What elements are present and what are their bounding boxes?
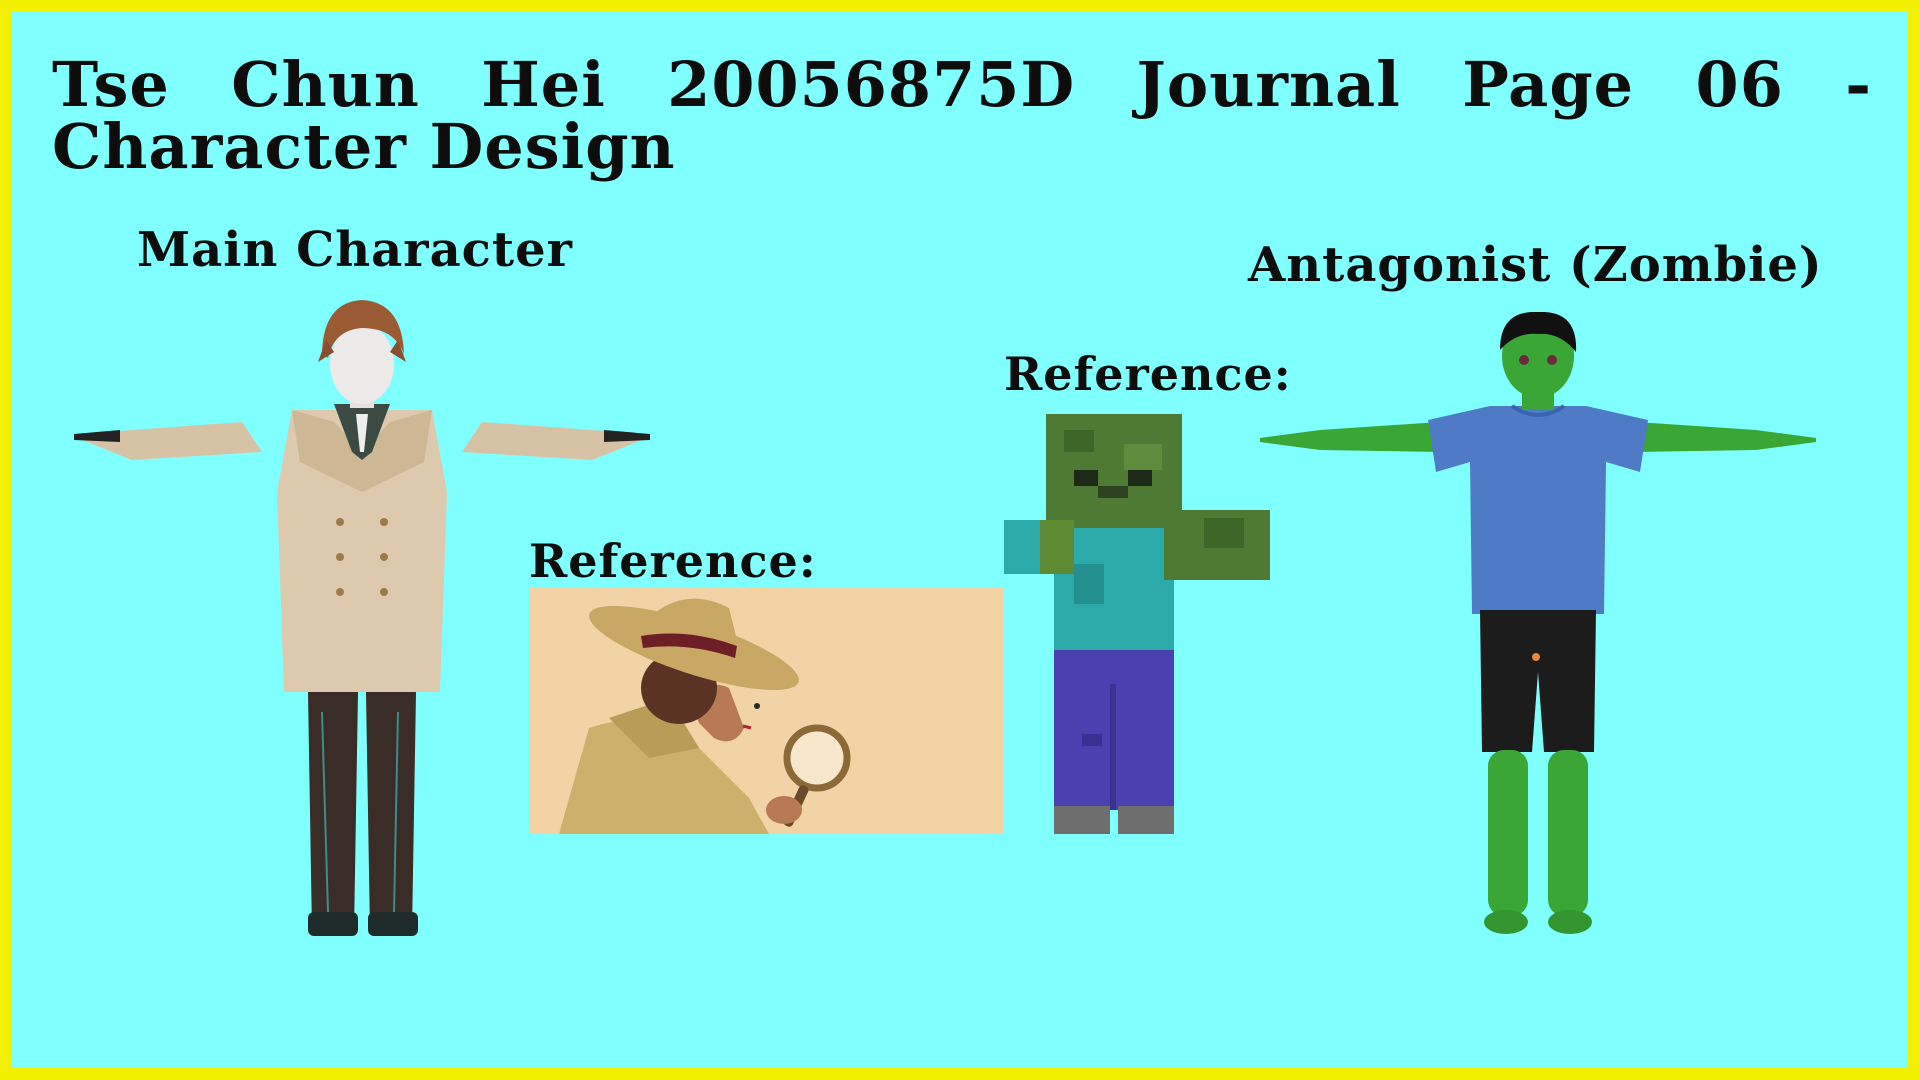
page-title: Tse Chun Hei 20056875D Journal Page 06 -… [52, 48, 1872, 183]
journal-slide: Tse Chun Hei 20056875D Journal Page 06 -… [0, 0, 1920, 1080]
detective-reference-illustration [529, 588, 1003, 834]
antagonist-label: Antagonist (Zombie) [1248, 237, 1823, 293]
reference-label-zombie: Reference: [1004, 347, 1292, 401]
main-character-label: Main Character [137, 222, 573, 278]
zombie-character-model [1260, 312, 1816, 938]
minecraft-zombie-reference [1004, 414, 1280, 834]
